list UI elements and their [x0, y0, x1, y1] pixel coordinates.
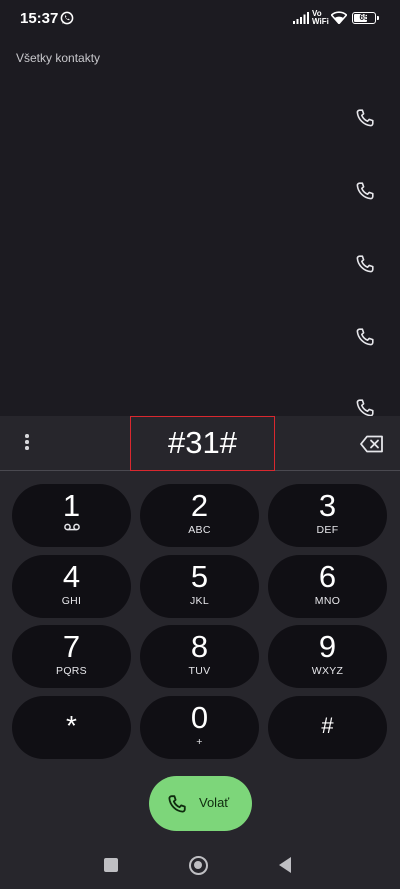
- nav-home-icon[interactable]: [189, 856, 208, 875]
- dialpad-key-star[interactable]: *: [12, 696, 131, 759]
- key-letters: DEF: [316, 524, 339, 536]
- key-digit: 1: [62, 488, 81, 523]
- key-digit: 6: [318, 559, 337, 594]
- key-digit: *: [66, 710, 77, 741]
- nav-recents-icon[interactable]: [104, 858, 118, 872]
- all-contacts-header[interactable]: Všetky kontakty: [16, 51, 100, 65]
- dialpad-key-7[interactable]: 7 PQRS: [12, 625, 131, 688]
- dialpad-key-2[interactable]: 2 ABC: [140, 484, 259, 547]
- backspace-icon[interactable]: [360, 435, 384, 453]
- nav-home-dot: [194, 861, 202, 869]
- key-letters: MNO: [314, 595, 341, 607]
- phone-icon[interactable]: [355, 181, 375, 201]
- signal-icon: [293, 12, 309, 24]
- key-digit: 9: [318, 629, 337, 664]
- phone-icon[interactable]: [355, 254, 375, 274]
- key-digit: 5: [190, 559, 209, 594]
- dialpad-key-4[interactable]: 4 GHI: [12, 555, 131, 618]
- key-letters: TUV: [188, 665, 211, 677]
- key-digit: 4: [62, 559, 81, 594]
- whatsapp-icon: [60, 11, 74, 25]
- battery-level: 65: [359, 13, 369, 22]
- key-letters: PQRS: [56, 665, 87, 677]
- key-letters: ABC: [188, 524, 211, 536]
- key-digit: 0: [190, 700, 209, 735]
- dialpad-key-1[interactable]: 1: [12, 484, 131, 547]
- more-vert-icon[interactable]: [22, 434, 32, 454]
- dialed-number: #31#: [168, 425, 237, 460]
- key-digit: 8: [190, 629, 209, 664]
- vowifi-wifi: WiFi: [312, 17, 329, 26]
- dot: [25, 440, 29, 444]
- phone-icon[interactable]: [355, 327, 375, 347]
- key-digit: #: [321, 713, 334, 738]
- number-row: #31#: [0, 416, 400, 471]
- phone-icon[interactable]: [355, 108, 375, 128]
- nav-back-icon[interactable]: [279, 857, 291, 873]
- key-letters: +: [196, 736, 203, 748]
- navigation-bar: [0, 848, 400, 889]
- dialed-number-field[interactable]: #31#: [130, 416, 275, 471]
- status-bar: 15:37 Vo WiFi 65: [0, 0, 400, 38]
- dot: [25, 434, 29, 438]
- key-digit: 3: [318, 488, 337, 523]
- battery-tip: [377, 16, 379, 20]
- call-button-label: Volať: [199, 795, 230, 810]
- call-button[interactable]: Volať: [149, 776, 252, 831]
- dialpad-key-8[interactable]: 8 TUV: [140, 625, 259, 688]
- phone-icon[interactable]: [355, 398, 375, 418]
- dialpad-key-hash[interactable]: #: [268, 696, 387, 759]
- status-time: 15:37: [20, 10, 59, 27]
- dialpad-key-9[interactable]: 9 WXYZ: [268, 625, 387, 688]
- key-letters: WXYZ: [311, 665, 344, 677]
- key-digit: 7: [62, 629, 81, 664]
- battery-icon: 65: [352, 12, 379, 24]
- voicemail-icon: [63, 523, 80, 531]
- wifi-icon: [331, 11, 347, 24]
- dialpad-key-5[interactable]: 5 JKL: [140, 555, 259, 618]
- dialpad-key-3[interactable]: 3 DEF: [268, 484, 387, 547]
- key-letters: GHI: [61, 595, 82, 607]
- dot: [25, 446, 29, 450]
- dialpad-key-0[interactable]: 0 +: [140, 696, 259, 759]
- phone-icon: [168, 795, 186, 813]
- key-digit: 2: [190, 488, 209, 523]
- key-letters: JKL: [190, 595, 209, 607]
- dialpad-key-6[interactable]: 6 MNO: [268, 555, 387, 618]
- vowifi-indicator: Vo WiFi: [312, 10, 329, 26]
